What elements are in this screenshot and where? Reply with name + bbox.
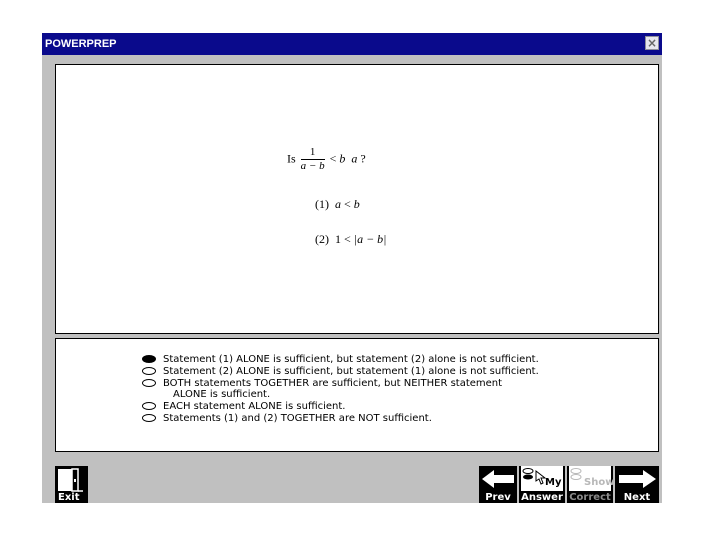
exit-label: Exit	[58, 492, 80, 503]
correct-label: Correct	[569, 492, 611, 503]
stem-operator: <	[329, 151, 337, 166]
radio-icon[interactable]	[142, 402, 156, 410]
close-icon: ×	[646, 36, 658, 50]
statement-1: (1) a < b	[315, 197, 360, 212]
statement-2-operator: <	[344, 232, 351, 246]
answer-choice-label: EACH statement ALONE is sufficient.	[163, 401, 346, 412]
arrow-left-icon	[482, 470, 514, 488]
prev-label: Prev	[485, 492, 511, 503]
next-label: Next	[623, 492, 651, 503]
answer-choice-b[interactable]: Statement (2) ALONE is sufficient, but s…	[140, 366, 660, 377]
my-answer-icon-box: My	[521, 466, 563, 491]
stem-var-b: b	[339, 151, 346, 166]
door-exit-icon	[58, 468, 83, 492]
fraction-denominator: a − b	[300, 160, 325, 172]
statement-1-var-a: a	[335, 197, 341, 211]
powerprep-window: POWERPREP × Is 1 a − b < b a ? (1) a < b…	[42, 33, 662, 503]
answer-choice-e[interactable]: Statements (1) and (2) TOGETHER are NOT …	[140, 413, 660, 424]
my-answer-button[interactable]: My Answer	[519, 466, 565, 503]
show-correct-button[interactable]: Show Correct	[567, 466, 615, 503]
statement-2: (2) 1 < |a − b|	[315, 232, 386, 247]
radio-selected-icon[interactable]	[142, 355, 156, 363]
stem-var-a: a	[351, 151, 358, 166]
radio-icon[interactable]	[142, 367, 156, 375]
statement-2-number: (2)	[315, 232, 329, 246]
stem-prefix: Is	[287, 151, 296, 166]
statement-1-var-b: b	[353, 197, 360, 211]
statement-2-absolute-value: |a − b|	[353, 232, 387, 246]
show-correct-icon-box: Show	[569, 466, 615, 491]
radio-icon[interactable]	[142, 414, 156, 422]
prev-button[interactable]: Prev	[479, 466, 517, 503]
exit-button[interactable]: Exit	[55, 466, 88, 503]
answer-label: Answer	[521, 492, 563, 503]
stem-question-mark: ?	[360, 151, 366, 166]
statement-1-operator: <	[344, 197, 351, 211]
answer-choice-d[interactable]: EACH statement ALONE is sufficient.	[140, 401, 660, 412]
answer-choice-a[interactable]: Statement (1) ALONE is sufficient, but s…	[140, 354, 660, 365]
title-bar: POWERPREP ×	[42, 33, 662, 55]
radio-icon[interactable]	[142, 379, 156, 387]
answer-pane: Statement (1) ALONE is sufficient, but s…	[55, 338, 659, 452]
answer-choice-label: BOTH statements TOGETHER are sufficient,…	[163, 378, 503, 389]
answer-choice-label: Statement (2) ALONE is sufficient, but s…	[163, 366, 539, 377]
answer-choice-c[interactable]: BOTH statements TOGETHER are sufficient,…	[140, 378, 660, 400]
statement-1-number: (1)	[315, 197, 329, 211]
answer-choice-label-continued: ALONE is sufficient.	[173, 389, 271, 400]
statement-2-lhs: 1	[335, 232, 341, 246]
next-button[interactable]: Next	[615, 466, 659, 503]
my-label: My	[545, 477, 562, 488]
show-label: Show	[584, 477, 615, 488]
answer-choices: Statement (1) ALONE is sufficient, but s…	[140, 354, 660, 425]
answer-choice-label: Statements (1) and (2) TOGETHER are NOT …	[163, 413, 432, 424]
question-pane: Is 1 a − b < b a ? (1) a < b (2) 1 < |a …	[55, 64, 659, 334]
arrow-right-icon	[619, 470, 656, 488]
answer-choice-label: Statement (1) ALONE is sufficient, but s…	[163, 354, 539, 365]
window-title: POWERPREP	[45, 38, 117, 50]
question-stem: Is 1 a − b < b a ?	[287, 146, 366, 173]
fraction: 1 a − b	[300, 146, 325, 173]
close-button[interactable]: ×	[645, 36, 659, 50]
fraction-numerator: 1	[300, 146, 325, 160]
